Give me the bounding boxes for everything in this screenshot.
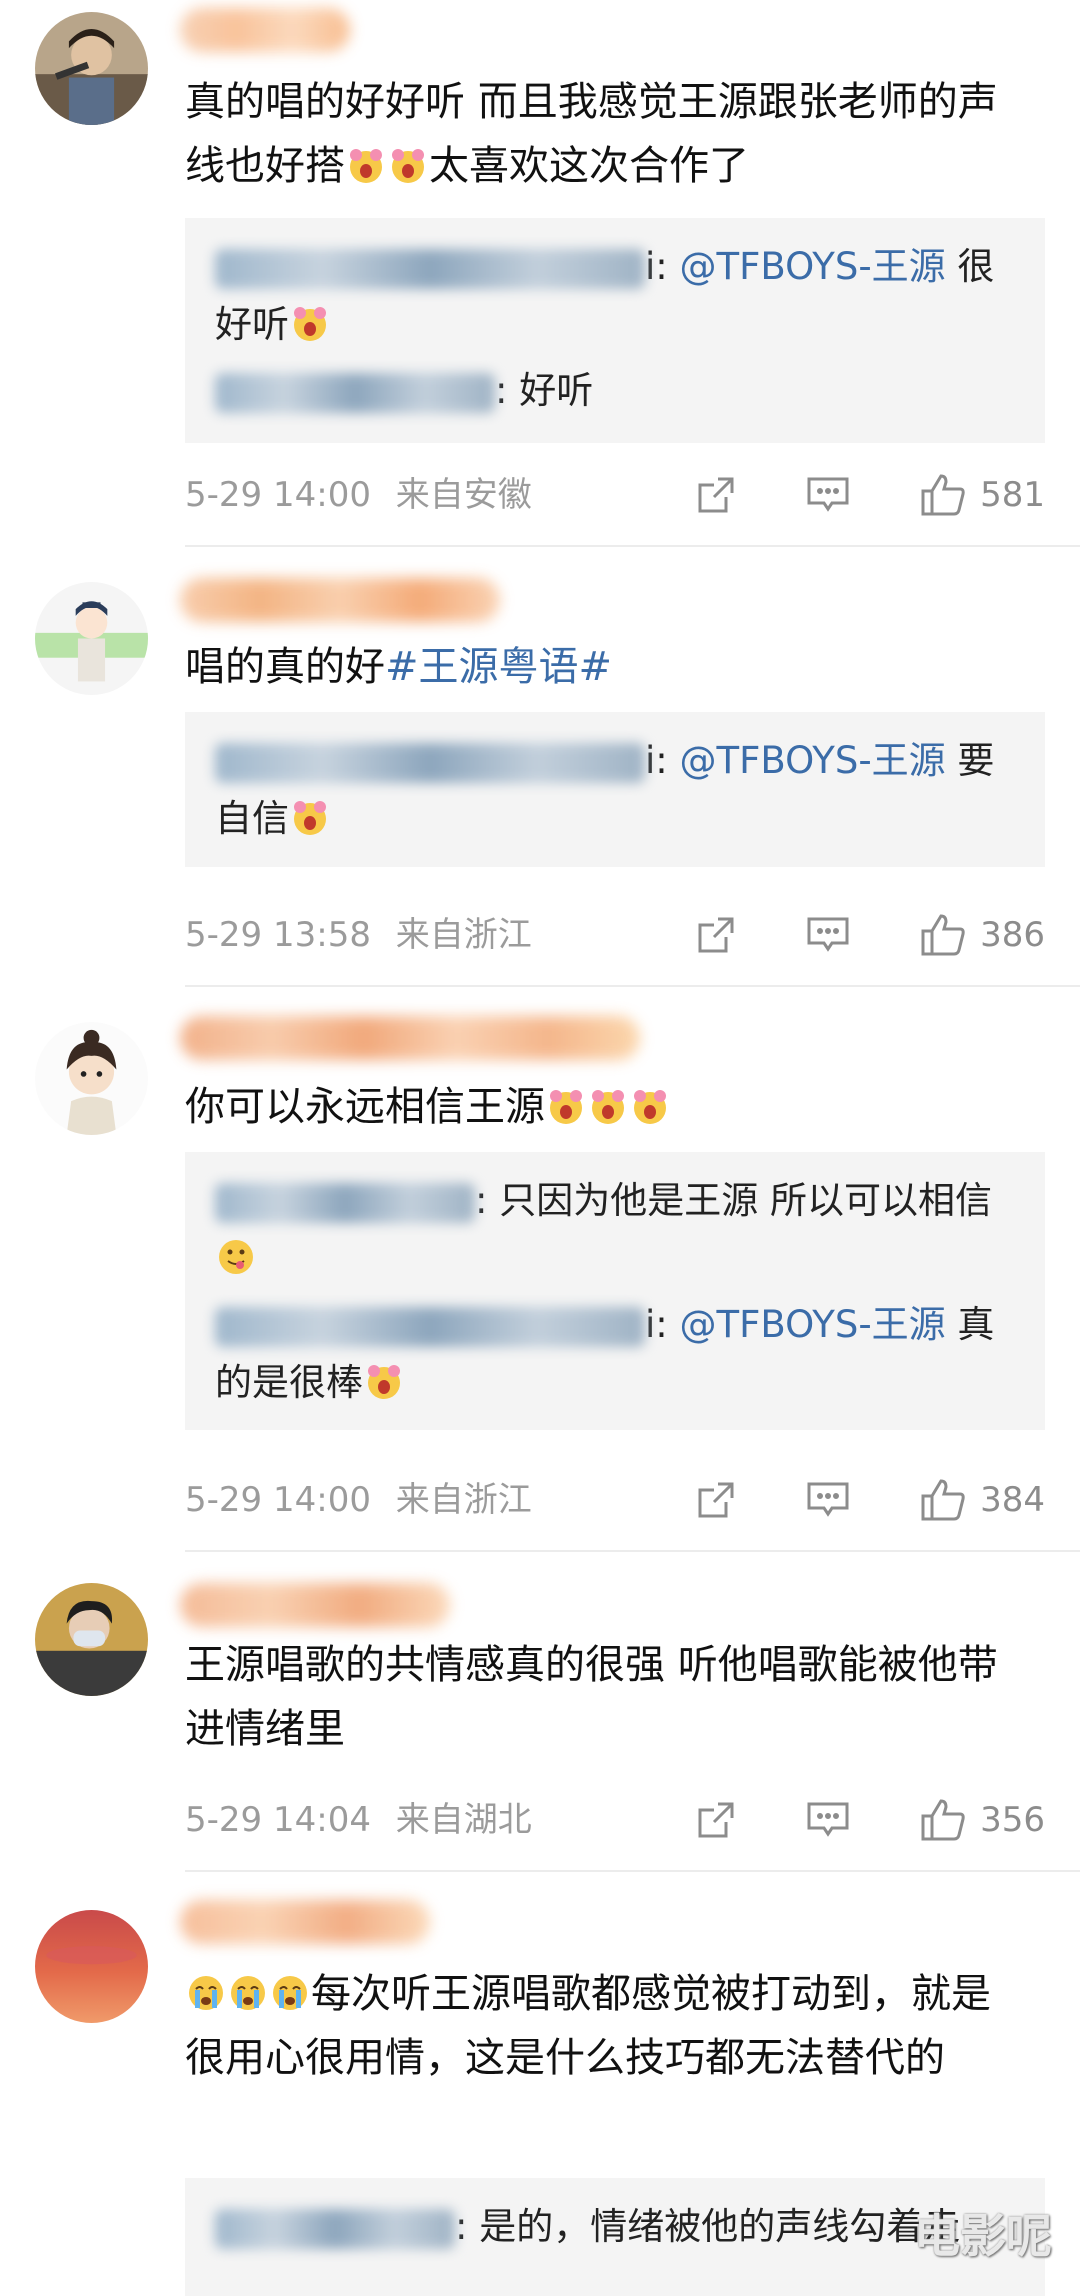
like-count: 384	[980, 1480, 1045, 1520]
divider	[185, 1550, 1080, 1552]
avatar[interactable]	[35, 1910, 148, 2023]
reply-item[interactable]: i: @TFBOYS-王源 要自信	[215, 732, 1015, 848]
crying-face-emoji	[186, 1968, 226, 2010]
comment-text: 真的唱的好好听 而且我感觉王源跟张老师的声线也好搭 太喜欢这次合作了	[185, 70, 1030, 198]
share-icon[interactable]	[696, 915, 736, 955]
flower-face-emoji	[346, 140, 386, 183]
reply-item[interactable]: : 好听	[215, 362, 1015, 420]
comment-meta: 5-29 13:58 来自浙江 386	[185, 905, 1045, 965]
flower-face-emoji	[588, 1081, 628, 1124]
flower-face-emoji	[388, 140, 428, 183]
flower-face-emoji	[290, 796, 330, 836]
reply-username-blurred[interactable]	[215, 2208, 455, 2249]
mention-link[interactable]: @TFBOYS-王源	[680, 245, 946, 288]
mention-link[interactable]: @TFBOYS-王源	[680, 1303, 946, 1346]
flower-face-emoji	[290, 302, 330, 342]
reply-text: 是的，情绪被他的声线勾着走	[479, 2205, 961, 2248]
reply-username-blurred[interactable]	[215, 248, 645, 289]
username-blurred[interactable]	[180, 1016, 640, 1060]
reply-box[interactable]: i: @TFBOYS-王源 很好听 : 好听	[185, 218, 1045, 443]
reply-item[interactable]: : 是的，情绪被他的声线勾着走	[215, 2198, 1015, 2256]
username-blurred[interactable]	[180, 1583, 450, 1627]
comment-text-after: 太喜欢这次合作了	[429, 143, 749, 189]
share-icon[interactable]	[696, 475, 736, 515]
reply-item[interactable]: i: @TFBOYS-王源 很好听	[215, 238, 1015, 354]
location: 来自湖北	[395, 1800, 532, 1840]
location: 来自浙江	[395, 915, 532, 955]
share-icon[interactable]	[696, 1800, 736, 1840]
flower-face-emoji	[364, 1360, 404, 1400]
flower-face-emoji	[630, 1081, 670, 1124]
timestamp: 5-29 14:04	[185, 1800, 371, 1840]
like-count: 581	[980, 475, 1045, 515]
divider	[185, 545, 1080, 547]
topic-link[interactable]: #王源粤语#	[385, 644, 612, 690]
timestamp: 5-29 13:58	[185, 915, 371, 955]
avatar[interactable]	[35, 1583, 148, 1696]
comment-icon[interactable]	[806, 475, 850, 515]
username-blurred[interactable]	[180, 8, 350, 52]
like-count: 386	[980, 915, 1045, 955]
location: 来自安徽	[395, 475, 532, 515]
comment-text: 唱的真的好#王源粤语#	[185, 635, 1030, 699]
avatar[interactable]	[35, 582, 148, 695]
like-count: 356	[980, 1800, 1045, 1840]
reply-username-blurred[interactable]	[215, 1306, 645, 1347]
like-button[interactable]: 356	[920, 1790, 1045, 1850]
flower-face-emoji	[546, 1081, 586, 1124]
reply-text: 好听	[519, 369, 594, 412]
reply-item[interactable]: : 只因为他是王源 所以可以相信	[215, 1172, 1015, 1288]
username-blurred[interactable]	[180, 578, 500, 622]
reply-item[interactable]: i: @TFBOYS-王源 真的是很棒	[215, 1296, 1015, 1412]
like-button[interactable]: 581	[920, 465, 1045, 525]
comment-text-main: 王源唱歌的共情感真的很强 听他唱歌能被他带进情绪里	[185, 1642, 998, 1752]
mention-link[interactable]: @TFBOYS-王源	[680, 739, 946, 782]
reply-username-blurred[interactable]	[215, 372, 495, 413]
divider	[185, 985, 1080, 987]
comment-text: 你可以永远相信王源	[185, 1075, 1030, 1139]
comment-text: 每次听王源唱歌都感觉被打动到，就是很用心很用情，这是什么技巧都无法替代的	[185, 1962, 1030, 2090]
avatar[interactable]	[35, 1022, 148, 1135]
share-icon[interactable]	[696, 1480, 736, 1520]
reply-text: 只因为他是王源 所以可以相信	[499, 1179, 992, 1222]
timestamp: 5-29 14:00	[185, 1480, 371, 1520]
comment-text-main: 唱的真的好	[185, 644, 385, 690]
reply-username-blurred[interactable]	[215, 742, 645, 783]
like-button[interactable]: 386	[920, 905, 1045, 965]
location: 来自浙江	[395, 1480, 532, 1520]
crying-face-emoji	[228, 1968, 268, 2010]
comment-meta: 5-29 14:00 来自安徽 581	[185, 465, 1045, 525]
divider	[185, 1870, 1080, 1872]
comment-icon[interactable]	[806, 915, 850, 955]
username-blurred[interactable]	[180, 1900, 430, 1944]
avatar[interactable]	[35, 12, 148, 125]
tongue-face-emoji	[216, 1236, 256, 1276]
like-button[interactable]: 384	[920, 1470, 1045, 1530]
comment-text-main: 你可以永远相信王源	[185, 1084, 545, 1130]
crying-face-emoji	[270, 1968, 310, 2010]
comment-icon[interactable]	[806, 1480, 850, 1520]
reply-box[interactable]: i: @TFBOYS-王源 要自信	[185, 712, 1045, 867]
timestamp: 5-29 14:00	[185, 475, 371, 515]
reply-box[interactable]: : 只因为他是王源 所以可以相信 i: @TFBOYS-王源 真的是很棒	[185, 1152, 1045, 1430]
comment-meta: 5-29 14:00 来自浙江 384	[185, 1470, 1045, 1530]
comment-text: 王源唱歌的共情感真的很强 听他唱歌能被他带进情绪里	[185, 1633, 1030, 1761]
watermark: 电影呢	[914, 2209, 1052, 2263]
reply-username-blurred[interactable]	[215, 1182, 475, 1223]
comment-icon[interactable]	[806, 1800, 850, 1840]
comment-meta: 5-29 14:04 来自湖北 356	[185, 1790, 1045, 1850]
